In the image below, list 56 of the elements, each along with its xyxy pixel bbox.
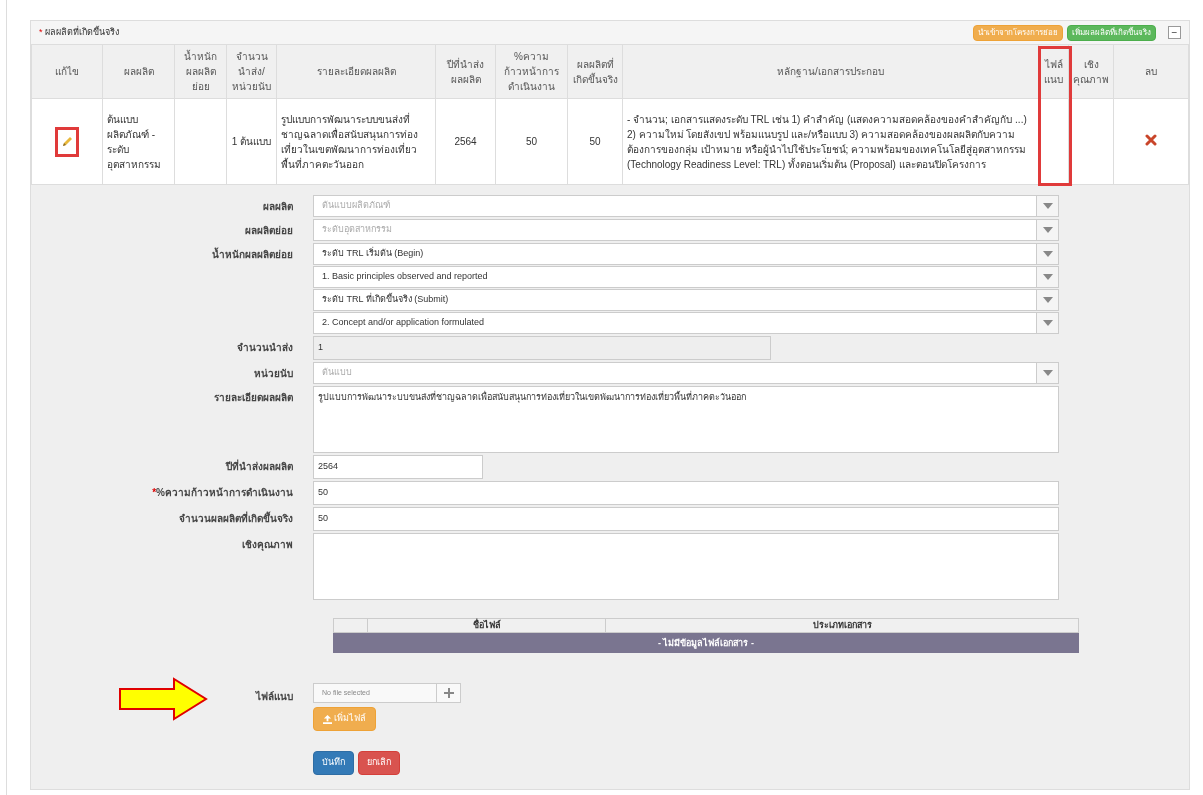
input-field[interactable]: 50: [313, 481, 1059, 505]
field-label: จำนวนผลผลิตที่เกิดขึ้นจริง: [178, 510, 294, 526]
column-header: ผลผลิตที่เกิดขึ้นจริง: [567, 44, 623, 99]
panel-title: * ผลผลิตที่เกิดขึ้นจริง: [39, 25, 120, 39]
field-label: ผลผลิตย่อย: [244, 224, 294, 238]
column-header: ประเภทเอกสาร: [811, 619, 873, 632]
field-label: ผลผลิต: [262, 200, 294, 214]
table-cell: 2564: [435, 98, 496, 185]
column-header: ชื่อไฟล์: [368, 619, 606, 632]
column-header: ปีที่นำส่งผลผลิต: [435, 44, 496, 99]
column-header: หลักฐาน/เอกสารประกอบ: [622, 44, 1039, 99]
caret-icon: [1042, 320, 1053, 326]
field-label: *%ความก้าวหน้าการดำเนินงาน: [151, 486, 294, 500]
column-header: จำนวนนำส่ง/หน่วยนับ: [226, 44, 277, 99]
table-cell: ต้นแบบผลิตภัณฑ์ - ระดับอุตสาหกรรม: [102, 98, 175, 185]
text-area[interactable]: รูปแบบการพัฒนาระบบขนส่งที่ชาญฉลาดเพื่อสนับสนุนการท่องเที่ยวในเขตพัฒนาการท่องเที่ยวพื้นที่ภาคตะวันออก: [313, 386, 1059, 453]
edit-icon[interactable]: [55, 126, 79, 157]
caret-icon: [1042, 227, 1053, 233]
caret-icon: [1042, 274, 1053, 280]
column-header: รายละเอียดผลผลิต: [276, 44, 436, 99]
upload-icon: [323, 714, 332, 724]
field-label: รายละเอียดผลผลิต: [213, 391, 294, 405]
select-field[interactable]: 1. Basic principles observed and reported: [313, 266, 1059, 288]
select-field[interactable]: ระดับ TRL เริ่มต้น (Begin): [313, 243, 1059, 265]
arrow-icon: [118, 677, 208, 721]
collapse-button[interactable]: −: [1168, 26, 1181, 39]
delete-icon[interactable]: [1145, 133, 1157, 146]
column-header: น้ำหนักผลผลิตย่อย: [174, 44, 227, 99]
field-label: ปีที่นำส่งผลผลิต: [224, 458, 294, 474]
column-header: ลบ: [1113, 44, 1189, 99]
table-cell: 1 ต้นแบบ: [226, 98, 277, 185]
table-cell: รูปแบบการพัฒนาระบบขนส่งที่ชาญฉลาดเพื่อสนับสนุนการท่องเที่ยวในเขตพัฒนาการท่องเที่ยวพื้นที่ภาคตะวันออก: [276, 98, 436, 185]
select-field[interactable]: ระดับ TRL ที่เกิดขึ้นจริง (Submit): [313, 289, 1059, 311]
table-cell: 50: [567, 98, 623, 185]
column-header: แก้ไข: [31, 44, 103, 99]
form-button[interactable]: บันทึก: [313, 751, 354, 775]
field-label: เชิงคุณภาพ: [241, 538, 294, 553]
caret-icon: [1042, 370, 1053, 376]
form-button[interactable]: ยกเลิก: [358, 751, 400, 775]
input-field[interactable]: 2564: [313, 455, 483, 479]
select-field[interactable]: 2. Concept and/or application formulated: [313, 312, 1059, 334]
add-icon[interactable]: [437, 683, 461, 703]
caret-icon: [1042, 203, 1053, 209]
field-label: น้ำหนักผลผลิตย่อย: [211, 246, 294, 262]
column-header: ผลผลิต: [102, 44, 175, 99]
field-label: จำนวนนำส่ง: [236, 341, 294, 355]
caret-icon: [1042, 297, 1053, 303]
column-header: %ความก้าวหน้าการดำเนินงาน: [495, 44, 568, 99]
field-label: หน่วยนับ: [253, 367, 294, 381]
field-label: ไฟล์แนบ: [256, 689, 293, 704]
column-header: เชิงคุณภาพ: [1068, 44, 1114, 99]
empty-row: - ไม่มีข้อมูลไฟล์เอกสาร -: [333, 633, 1079, 653]
input-field[interactable]: 50: [313, 507, 1059, 531]
caret-icon: [1042, 251, 1053, 257]
column-header: ไฟล์แนบ: [1038, 44, 1069, 99]
table-cell: 50: [495, 98, 568, 185]
